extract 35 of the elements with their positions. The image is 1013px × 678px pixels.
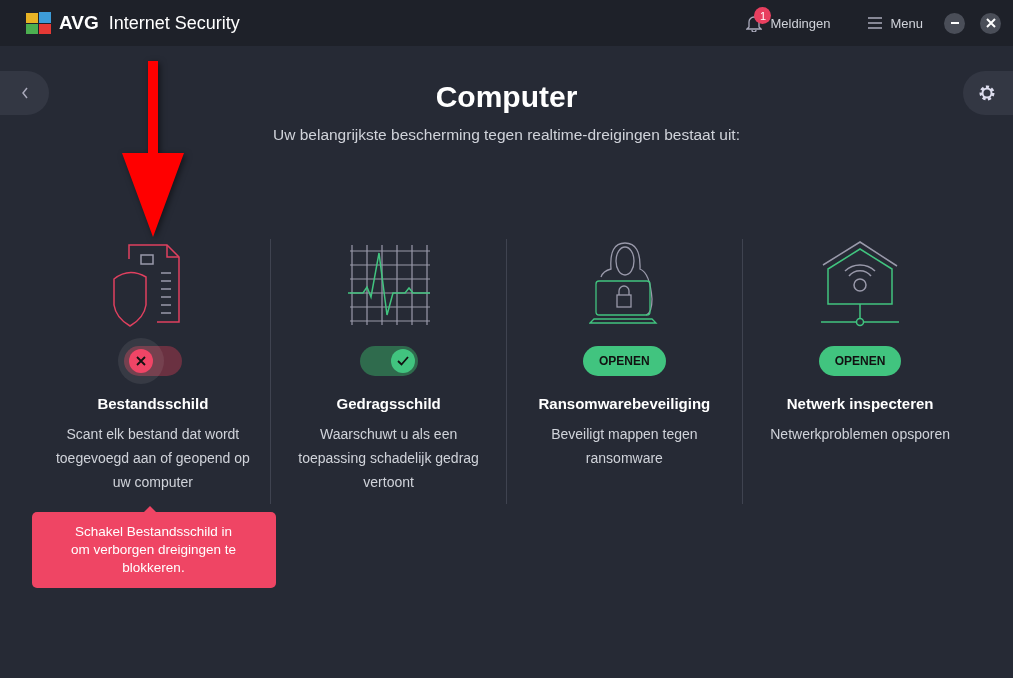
- feature-title: Ransomwarebeveiliging: [538, 395, 711, 412]
- app-title: Internet Security: [108, 12, 240, 34]
- feature-title: Bestandsschild: [97, 395, 209, 412]
- bell-icon: [746, 14, 763, 32]
- chevron-left-icon: [21, 87, 29, 99]
- tooltip-pointer: [143, 506, 156, 512]
- close-button[interactable]: [980, 12, 1001, 34]
- feature-description: Scant elk bestand dat wordt toegevoegd aan of geopend op uw computer: [54, 425, 251, 492]
- wifi-house-icon: [821, 241, 900, 327]
- toggle-switch[interactable]: [123, 346, 182, 376]
- close-icon: [985, 18, 996, 28]
- settings-button[interactable]: [963, 71, 1013, 115]
- cross-icon: [128, 349, 153, 373]
- toggle-switch[interactable]: [359, 346, 418, 376]
- logo-text: AVG: [59, 12, 99, 34]
- feature-title: Netwerk inspecteren: [786, 395, 934, 412]
- feature-title: Gedragsschild: [336, 395, 441, 412]
- notifications-button[interactable]: 1 Meldingen: [740, 10, 837, 36]
- open-button[interactable]: OPENEN: [818, 346, 902, 376]
- heartbeat-chart-icon: [347, 243, 430, 325]
- check-icon: [390, 349, 415, 373]
- settings-icon: [977, 83, 997, 103]
- notification-count: 1: [754, 7, 772, 24]
- hooded-figure-laptop-icon: [589, 241, 660, 327]
- open-button[interactable]: OPENEN: [583, 346, 666, 376]
- logo-icon: [25, 11, 53, 35]
- minimize-button[interactable]: [944, 12, 965, 34]
- feature-description: Netwerkproblemen opsporen: [769, 425, 951, 444]
- menu-icon: [868, 17, 883, 29]
- feature-description: Beveiligt mappen tegen ransomware: [550, 425, 699, 468]
- page-subtitle: Uw belangrijkste bescherming tegen realtime-dreigingen bestaat uit:: [273, 126, 740, 144]
- page-title: Computer: [435, 80, 578, 114]
- feature-description: Waarschuwt u als een toepassing schadelijk gedrag vertoont: [297, 425, 480, 492]
- menu-button[interactable]: Menu: [862, 11, 929, 35]
- tooltip: Schakel Bestandsschild in om verborgen dreigingen te blokkeren.: [31, 512, 276, 588]
